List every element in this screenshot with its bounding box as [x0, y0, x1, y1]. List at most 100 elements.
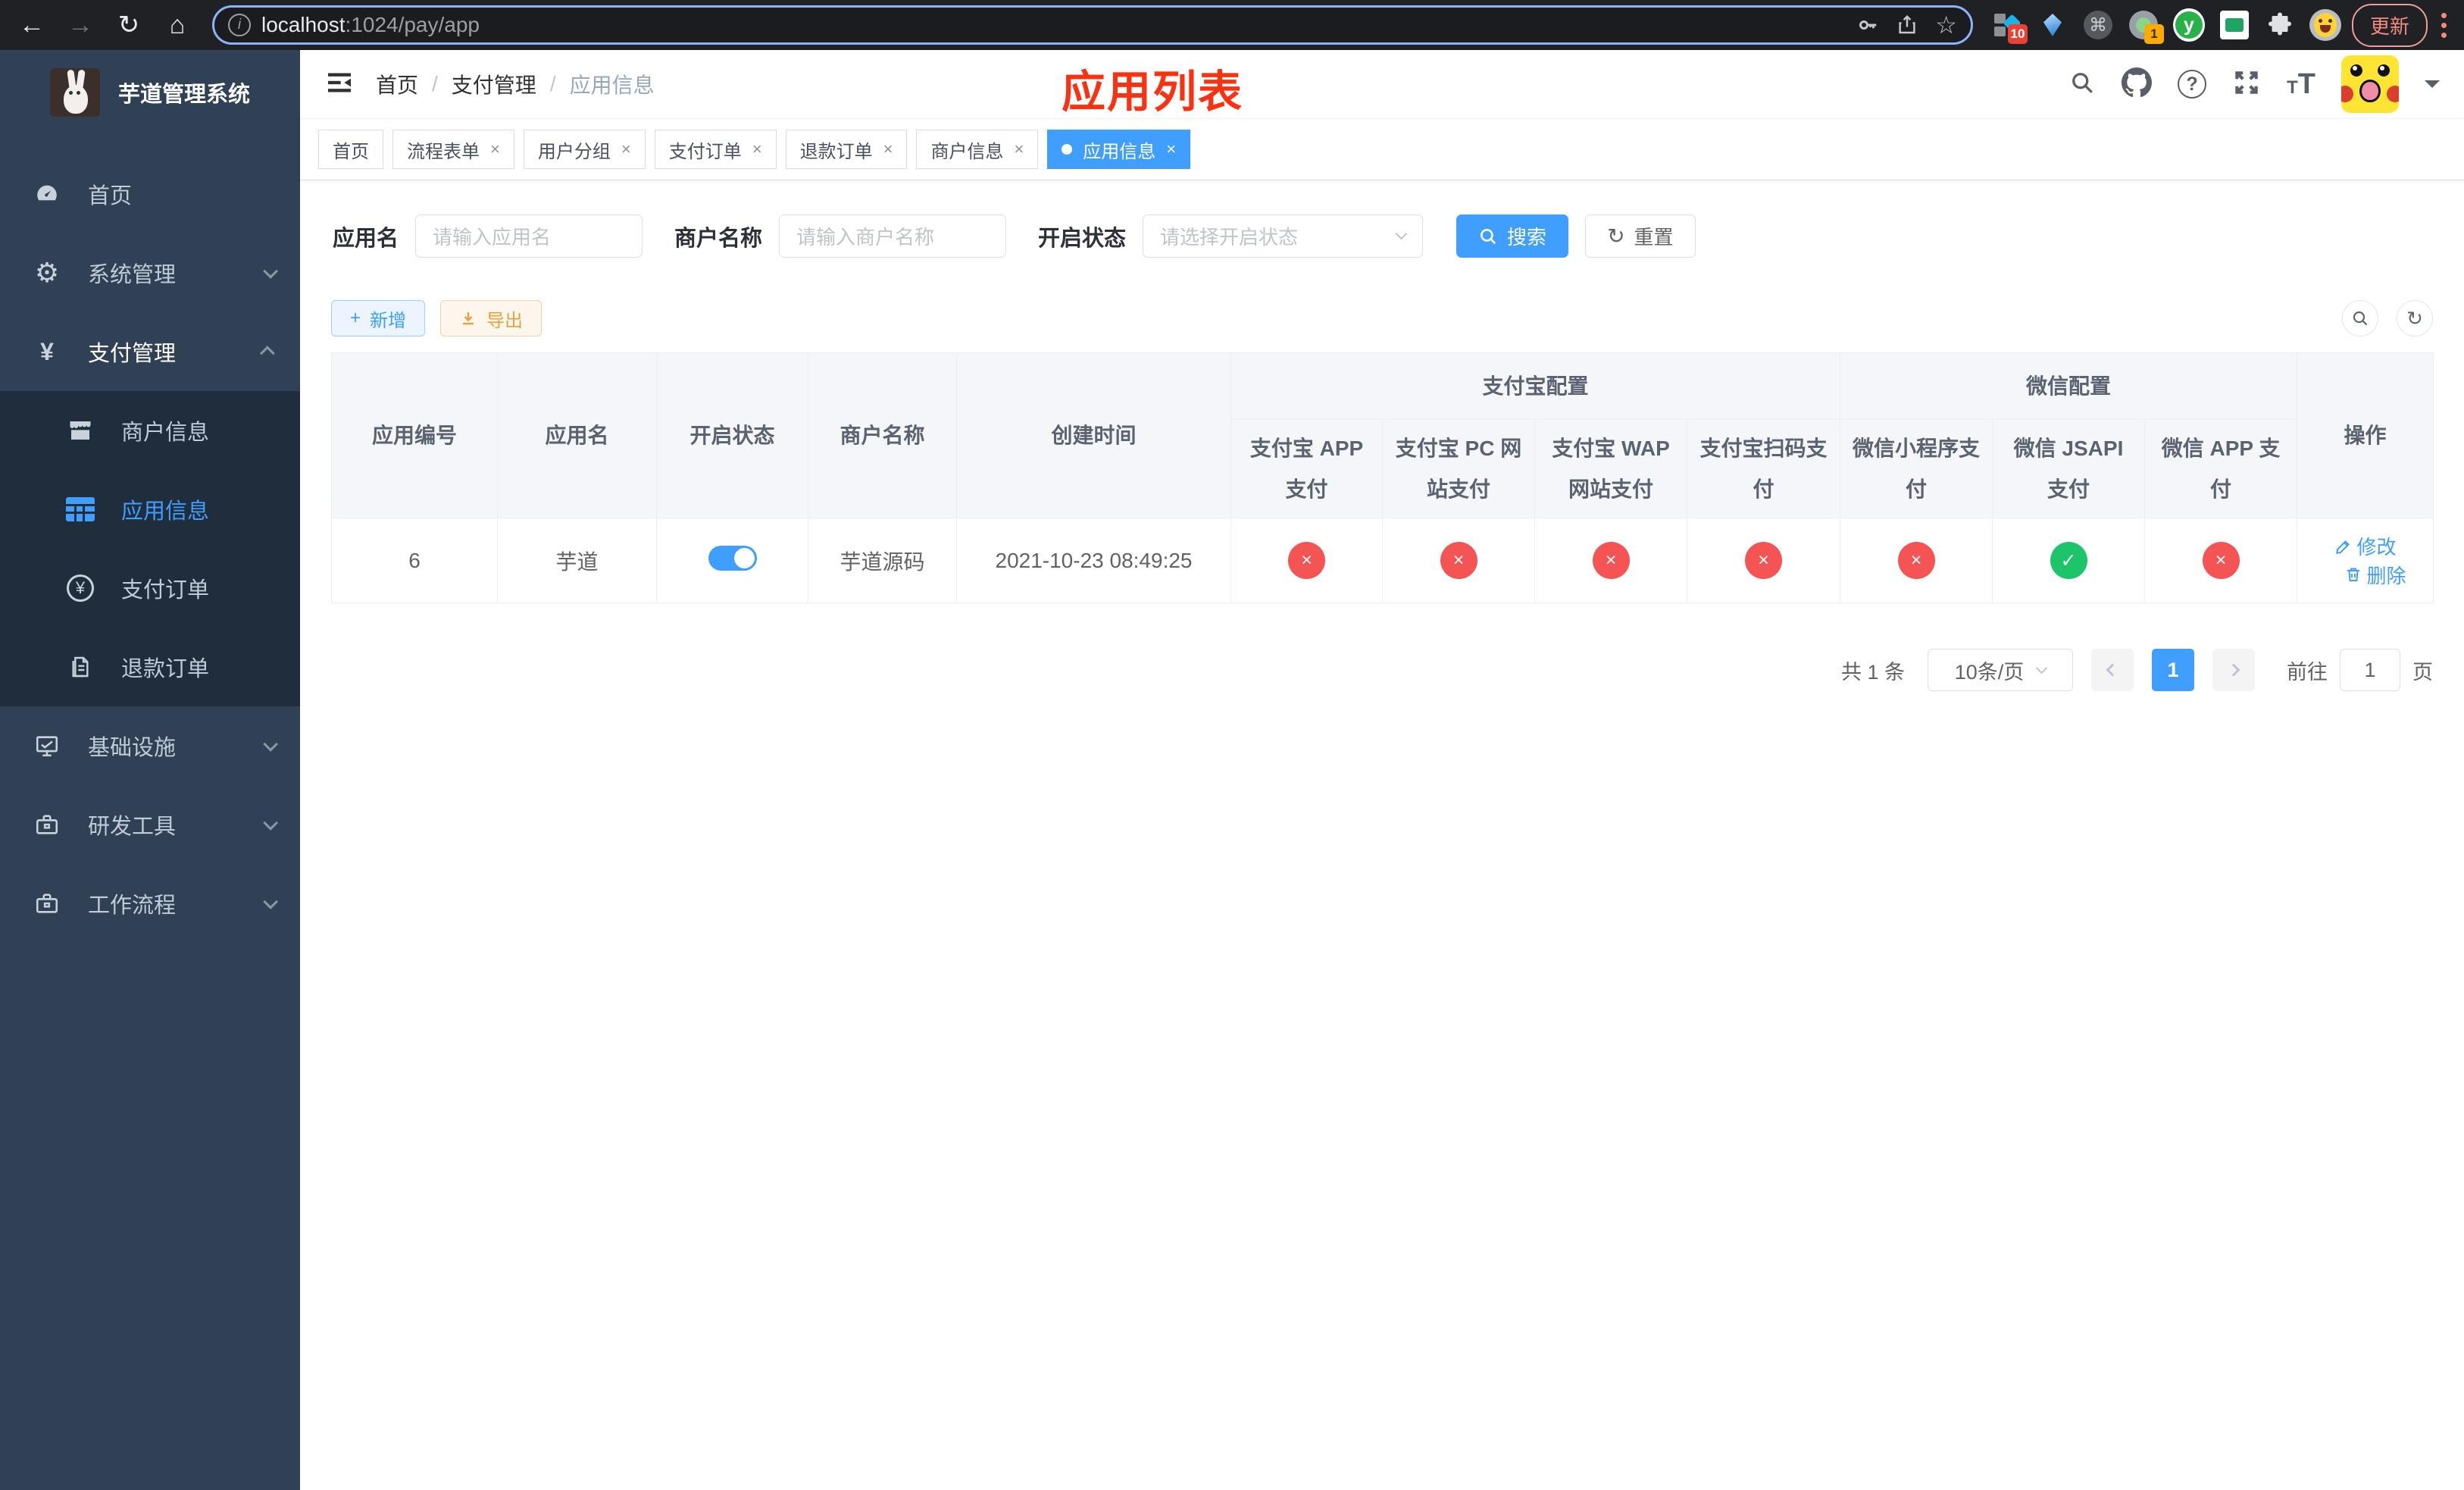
- sidebar-item-infrastructure[interactable]: 基础设施: [0, 706, 300, 785]
- fullscreen-icon[interactable]: [2232, 68, 2261, 101]
- merchant-name-input[interactable]: 请输入商户名称: [779, 214, 1007, 258]
- bookmark-star-icon[interactable]: ☆: [1935, 11, 1957, 39]
- user-avatar[interactable]: [2341, 55, 2399, 113]
- close-icon[interactable]: ×: [1166, 139, 1176, 159]
- extension-command-icon[interactable]: ⌘: [2082, 9, 2114, 41]
- col-group-alipay: 支付宝配置: [1230, 352, 1841, 420]
- page-number-1[interactable]: 1: [2152, 649, 2194, 691]
- goto-page-input[interactable]: 1: [2340, 649, 2400, 691]
- browser-home-button[interactable]: ⌂: [156, 4, 199, 46]
- cell-created: 2021-10-23 08:49:25: [956, 518, 1231, 603]
- tab-merchant-info[interactable]: 商户信息 ×: [916, 130, 1039, 169]
- briefcase-icon: [30, 891, 64, 916]
- extension-y-icon[interactable]: y: [2172, 8, 2205, 42]
- col-created: 创建时间: [956, 352, 1231, 518]
- extension-blocks-icon[interactable]: 10: [1991, 9, 2028, 44]
- wechat-jsapi-status-icon: ✓: [2050, 542, 2087, 579]
- page-unit-label: 页: [2412, 660, 2433, 684]
- close-icon[interactable]: ×: [1014, 139, 1024, 159]
- search-icon[interactable]: [2068, 69, 2096, 100]
- sidebar-item-merchant-info[interactable]: 商户信息: [0, 391, 300, 470]
- search-button[interactable]: 搜索: [1456, 214, 1569, 258]
- tab-home[interactable]: 首页: [318, 130, 383, 169]
- url-text[interactable]: localhost:1024/pay/app: [261, 13, 1846, 37]
- table-row: 6 芋道 芋道源码 2021-10-23 08:49:25 × × × × × …: [331, 518, 2434, 603]
- sidebar-logo[interactable]: 芋道管理系统: [0, 50, 300, 135]
- add-button[interactable]: + 新增: [331, 300, 426, 337]
- tab-refund-order[interactable]: 退款订单 ×: [785, 130, 908, 169]
- extension-gem-icon[interactable]: [2037, 9, 2068, 41]
- close-icon[interactable]: ×: [490, 139, 500, 159]
- extensions-puzzle-icon[interactable]: [2264, 9, 2296, 41]
- alipay-wap-status-icon: ×: [1592, 542, 1630, 579]
- table-tools: ↻: [2342, 300, 2433, 337]
- tab-process-form[interactable]: 流程表单 ×: [392, 130, 514, 169]
- browser-profile-avatar[interactable]: [2309, 9, 2341, 41]
- page-size-select[interactable]: 10条/页: [1928, 649, 2073, 691]
- app-name-input[interactable]: 请输入应用名: [415, 214, 643, 258]
- help-icon[interactable]: ?: [2178, 70, 2207, 99]
- breadcrumb-payment[interactable]: 支付管理: [452, 69, 536, 99]
- extension-chat-icon[interactable]: [2219, 9, 2250, 41]
- yen-icon: ¥: [40, 337, 54, 365]
- close-icon[interactable]: ×: [621, 139, 631, 159]
- extension-camera-icon[interactable]: 1: [2128, 9, 2164, 44]
- browser-reload-button[interactable]: ↻: [108, 4, 150, 46]
- browser-forward-button[interactable]: →: [59, 4, 102, 46]
- sidebar-item-system[interactable]: ⚙ 系统管理: [0, 233, 300, 312]
- tab-user-group[interactable]: 用户分组 ×: [523, 130, 646, 169]
- toolbox-icon: [30, 812, 64, 837]
- merchant-name-label: 商户名称: [674, 226, 763, 251]
- sidebar-item-refund-orders[interactable]: 退款订单: [0, 628, 300, 706]
- search-icon: [2353, 311, 2368, 326]
- export-button[interactable]: 导出: [440, 300, 543, 337]
- browser-update-button[interactable]: 更新: [2351, 3, 2428, 47]
- reset-button[interactable]: ↻ 重置: [1585, 214, 1696, 258]
- sidebar-item-app-info[interactable]: 应用信息: [0, 470, 300, 549]
- refresh-icon: ↻: [2406, 306, 2423, 330]
- refresh-table-button[interactable]: ↻: [2397, 300, 2433, 337]
- breadcrumb-separator: /: [549, 72, 556, 95]
- edit-link[interactable]: 修改: [2334, 532, 2397, 560]
- sidebar-item-dev-tools[interactable]: 研发工具: [0, 785, 300, 864]
- sidebar-item-label: 应用信息: [121, 499, 210, 524]
- delete-link[interactable]: 删除: [2344, 561, 2406, 589]
- tab-app-info[interactable]: 应用信息 ×: [1047, 130, 1191, 169]
- sidebar-fold-icon[interactable]: [324, 67, 355, 102]
- sidebar-item-label: 基础设施: [88, 736, 177, 760]
- alipay-pc-status-icon: ×: [1440, 542, 1477, 579]
- breadcrumb-home[interactable]: 首页: [376, 69, 418, 99]
- sidebar-item-pay-orders[interactable]: ¥ 支付订单: [0, 549, 300, 628]
- goto-label: 前往: [2287, 660, 2328, 684]
- alipay-app-status-icon: ×: [1288, 542, 1325, 579]
- font-size-icon[interactable]: TT: [2287, 68, 2315, 101]
- address-bar[interactable]: i localhost:1024/pay/app ☆: [212, 5, 1973, 45]
- sidebar-menu: 首页 ⚙ 系统管理 ¥ 支付管理 商户信息 应用信息 ¥ 支付订单 退款订单 基…: [0, 135, 300, 1490]
- status-select[interactable]: 请选择开启状态: [1143, 214, 1424, 258]
- avatar-caret-icon[interactable]: [2425, 80, 2440, 95]
- tab-pay-order[interactable]: 支付订单 ×: [654, 130, 777, 169]
- chevron-left-icon: [2106, 663, 2119, 677]
- breadcrumb-current: 应用信息: [569, 74, 655, 97]
- browser-back-button[interactable]: ←: [11, 4, 53, 46]
- browser-menu-icon[interactable]: [2434, 12, 2453, 38]
- gear-icon: ⚙: [34, 257, 60, 288]
- prev-page-button[interactable]: [2091, 649, 2134, 691]
- sidebar-item-workflow[interactable]: 工作流程: [0, 864, 300, 943]
- site-info-icon[interactable]: i: [228, 14, 251, 36]
- github-icon[interactable]: [2122, 67, 2153, 102]
- logo-rabbit-image: [50, 68, 100, 117]
- toggle-search-button[interactable]: [2342, 300, 2378, 337]
- sidebar-item-payment[interactable]: ¥ 支付管理: [0, 312, 300, 391]
- search-icon: [1481, 228, 1496, 244]
- sidebar-item-home[interactable]: 首页: [0, 155, 300, 233]
- close-icon[interactable]: ×: [752, 139, 762, 159]
- dashboard-icon: [30, 181, 64, 207]
- status-toggle[interactable]: [708, 545, 757, 571]
- home-icon: ⌂: [169, 10, 186, 39]
- password-key-icon[interactable]: [1856, 14, 1879, 36]
- close-icon[interactable]: ×: [883, 139, 893, 159]
- breadcrumb: 首页 / 支付管理 / 应用信息: [376, 69, 655, 99]
- next-page-button[interactable]: [2212, 649, 2255, 691]
- share-icon[interactable]: [1896, 14, 1918, 36]
